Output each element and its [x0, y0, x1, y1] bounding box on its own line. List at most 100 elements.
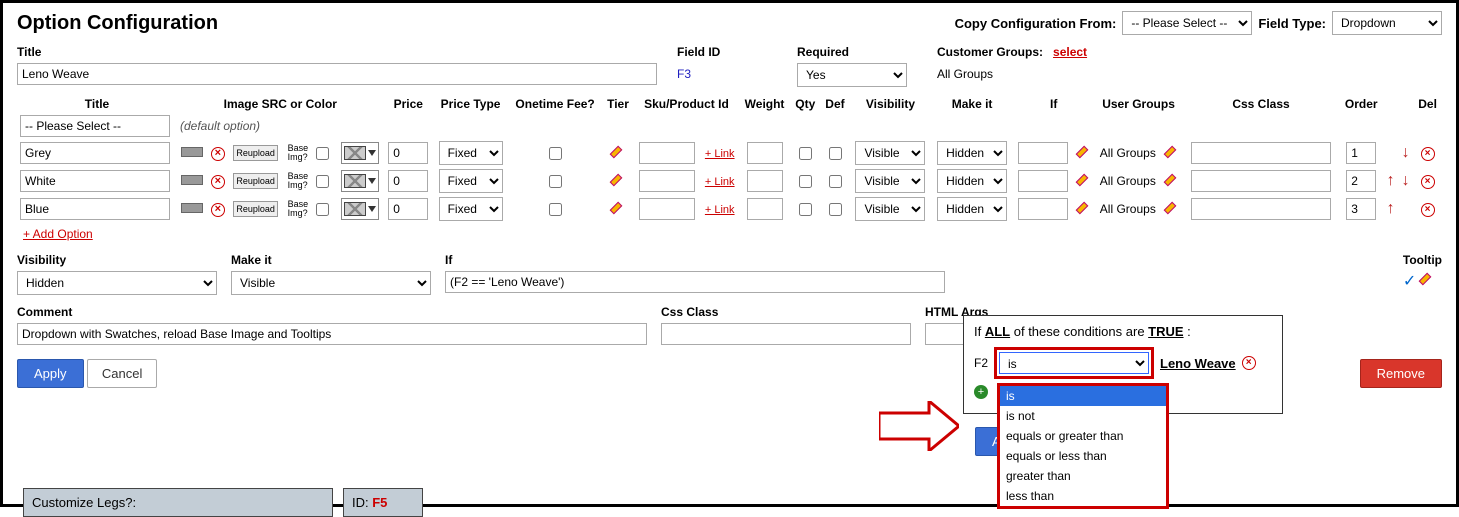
row-visibility-select[interactable]: Visible	[855, 141, 925, 165]
row-makeit-select[interactable]: Hidden	[937, 197, 1007, 221]
sku-link[interactable]: + Link	[705, 148, 735, 160]
row-if-edit-icon[interactable]	[1077, 145, 1091, 159]
field-type-select[interactable]: Dropdown	[1332, 11, 1442, 35]
tier-edit-icon[interactable]	[611, 173, 625, 187]
onetime-checkbox[interactable]	[549, 175, 562, 188]
row-if-input[interactable]	[1018, 198, 1068, 220]
operator-option[interactable]: less than	[1000, 486, 1166, 506]
tooltip-edit-icon[interactable]	[1420, 272, 1434, 286]
image-delete-icon[interactable]: ×	[211, 175, 225, 189]
condition-value[interactable]: Leno Weave	[1160, 356, 1236, 371]
row-order-input[interactable]	[1346, 198, 1376, 220]
def-checkbox[interactable]	[829, 175, 842, 188]
tier-edit-icon[interactable]	[611, 201, 625, 215]
reupload-button[interactable]: Reupload	[233, 201, 278, 217]
reupload-button[interactable]: Reupload	[233, 145, 278, 161]
remove-button[interactable]: Remove	[1360, 359, 1442, 388]
option-title-input[interactable]	[20, 198, 170, 220]
cancel-button[interactable]: Cancel	[87, 359, 157, 388]
onetime-checkbox[interactable]	[549, 203, 562, 216]
cust-groups-select-link[interactable]: select	[1053, 45, 1087, 59]
row-delete-icon[interactable]: ×	[1421, 203, 1435, 217]
row-delete-icon[interactable]: ×	[1421, 147, 1435, 161]
color-select[interactable]	[341, 142, 379, 164]
option-title-input[interactable]	[20, 170, 170, 192]
title-input[interactable]	[17, 63, 657, 85]
row-if-edit-icon[interactable]	[1077, 201, 1091, 215]
sku-input[interactable]	[639, 170, 695, 192]
baseimg-checkbox[interactable]	[316, 147, 329, 160]
option-title-input[interactable]	[20, 142, 170, 164]
move-down-icon[interactable]: ↓	[1402, 144, 1410, 161]
weight-input[interactable]	[747, 142, 783, 164]
row-usergroups-edit-icon[interactable]	[1165, 173, 1179, 187]
operator-option[interactable]: equals or less than	[1000, 446, 1166, 466]
copy-from-select[interactable]: -- Please Select --	[1122, 11, 1252, 35]
operator-option[interactable]: is	[1000, 386, 1166, 406]
def-checkbox[interactable]	[829, 203, 842, 216]
move-down-icon[interactable]: ↓	[1402, 172, 1410, 189]
row-if-input[interactable]	[1018, 142, 1068, 164]
cssclass-input[interactable]	[661, 323, 911, 345]
price-input[interactable]	[388, 198, 428, 220]
color-select[interactable]	[341, 198, 379, 220]
row-order-input[interactable]	[1346, 170, 1376, 192]
row-if-input[interactable]	[1018, 170, 1068, 192]
reupload-button[interactable]: Reupload	[233, 173, 278, 189]
visibility-select[interactable]: Hidden	[17, 271, 217, 295]
cust-groups-value: All Groups	[937, 63, 1087, 81]
move-up-icon[interactable]: ↑	[1387, 172, 1395, 189]
tier-edit-icon[interactable]	[611, 145, 625, 159]
color-select[interactable]	[341, 170, 379, 192]
price-input[interactable]	[388, 142, 428, 164]
image-delete-icon[interactable]: ×	[211, 203, 225, 217]
onetime-checkbox[interactable]	[549, 147, 562, 160]
row-css-input[interactable]	[1191, 198, 1331, 220]
sku-link[interactable]: + Link	[705, 176, 735, 188]
row-makeit-select[interactable]: Hidden	[937, 141, 1007, 165]
add-option-link[interactable]: + Add Option	[17, 223, 93, 249]
row-order-input[interactable]	[1346, 142, 1376, 164]
sku-link[interactable]: + Link	[705, 204, 735, 216]
comment-input[interactable]	[17, 323, 647, 345]
baseimg-checkbox[interactable]	[316, 175, 329, 188]
visibility-label: Visibility	[17, 253, 217, 267]
apply-button[interactable]: Apply	[17, 359, 84, 388]
pricetype-select[interactable]: Fixed	[439, 141, 503, 165]
default-option-title[interactable]	[20, 115, 170, 137]
condition-add-icon[interactable]: +	[974, 385, 988, 399]
required-select[interactable]: Yes	[797, 63, 907, 87]
row-visibility-select[interactable]: Visible	[855, 169, 925, 193]
move-up-icon[interactable]: ↑	[1387, 200, 1395, 217]
baseimg-checkbox[interactable]	[316, 203, 329, 216]
if-input[interactable]	[445, 271, 945, 293]
qty-checkbox[interactable]	[799, 147, 812, 160]
operator-option[interactable]: greater than	[1000, 466, 1166, 486]
qty-checkbox[interactable]	[799, 175, 812, 188]
row-css-input[interactable]	[1191, 170, 1331, 192]
operator-option[interactable]: is not	[1000, 406, 1166, 426]
row-if-edit-icon[interactable]	[1077, 173, 1091, 187]
pricetype-select[interactable]: Fixed	[439, 197, 503, 221]
row-delete-icon[interactable]: ×	[1421, 175, 1435, 189]
sku-input[interactable]	[639, 142, 695, 164]
price-input[interactable]	[388, 170, 428, 192]
col-del: Del	[1413, 95, 1442, 113]
operator-option[interactable]: equals or greater than	[1000, 426, 1166, 446]
condition-delete-icon[interactable]: ×	[1242, 356, 1256, 370]
pricetype-select[interactable]: Fixed	[439, 169, 503, 193]
row-makeit-select[interactable]: Hidden	[937, 169, 1007, 193]
operator-dropdown-open[interactable]: isis notequals or greater thanequals or …	[997, 383, 1169, 509]
makeit-select[interactable]: Visible	[231, 271, 431, 295]
row-css-input[interactable]	[1191, 142, 1331, 164]
row-usergroups-edit-icon[interactable]	[1165, 201, 1179, 215]
image-delete-icon[interactable]: ×	[211, 147, 225, 161]
weight-input[interactable]	[747, 198, 783, 220]
qty-checkbox[interactable]	[799, 203, 812, 216]
def-checkbox[interactable]	[829, 147, 842, 160]
condition-operator-select[interactable]: is	[999, 352, 1149, 374]
row-visibility-select[interactable]: Visible	[855, 197, 925, 221]
sku-input[interactable]	[639, 198, 695, 220]
row-usergroups-edit-icon[interactable]	[1165, 145, 1179, 159]
weight-input[interactable]	[747, 170, 783, 192]
